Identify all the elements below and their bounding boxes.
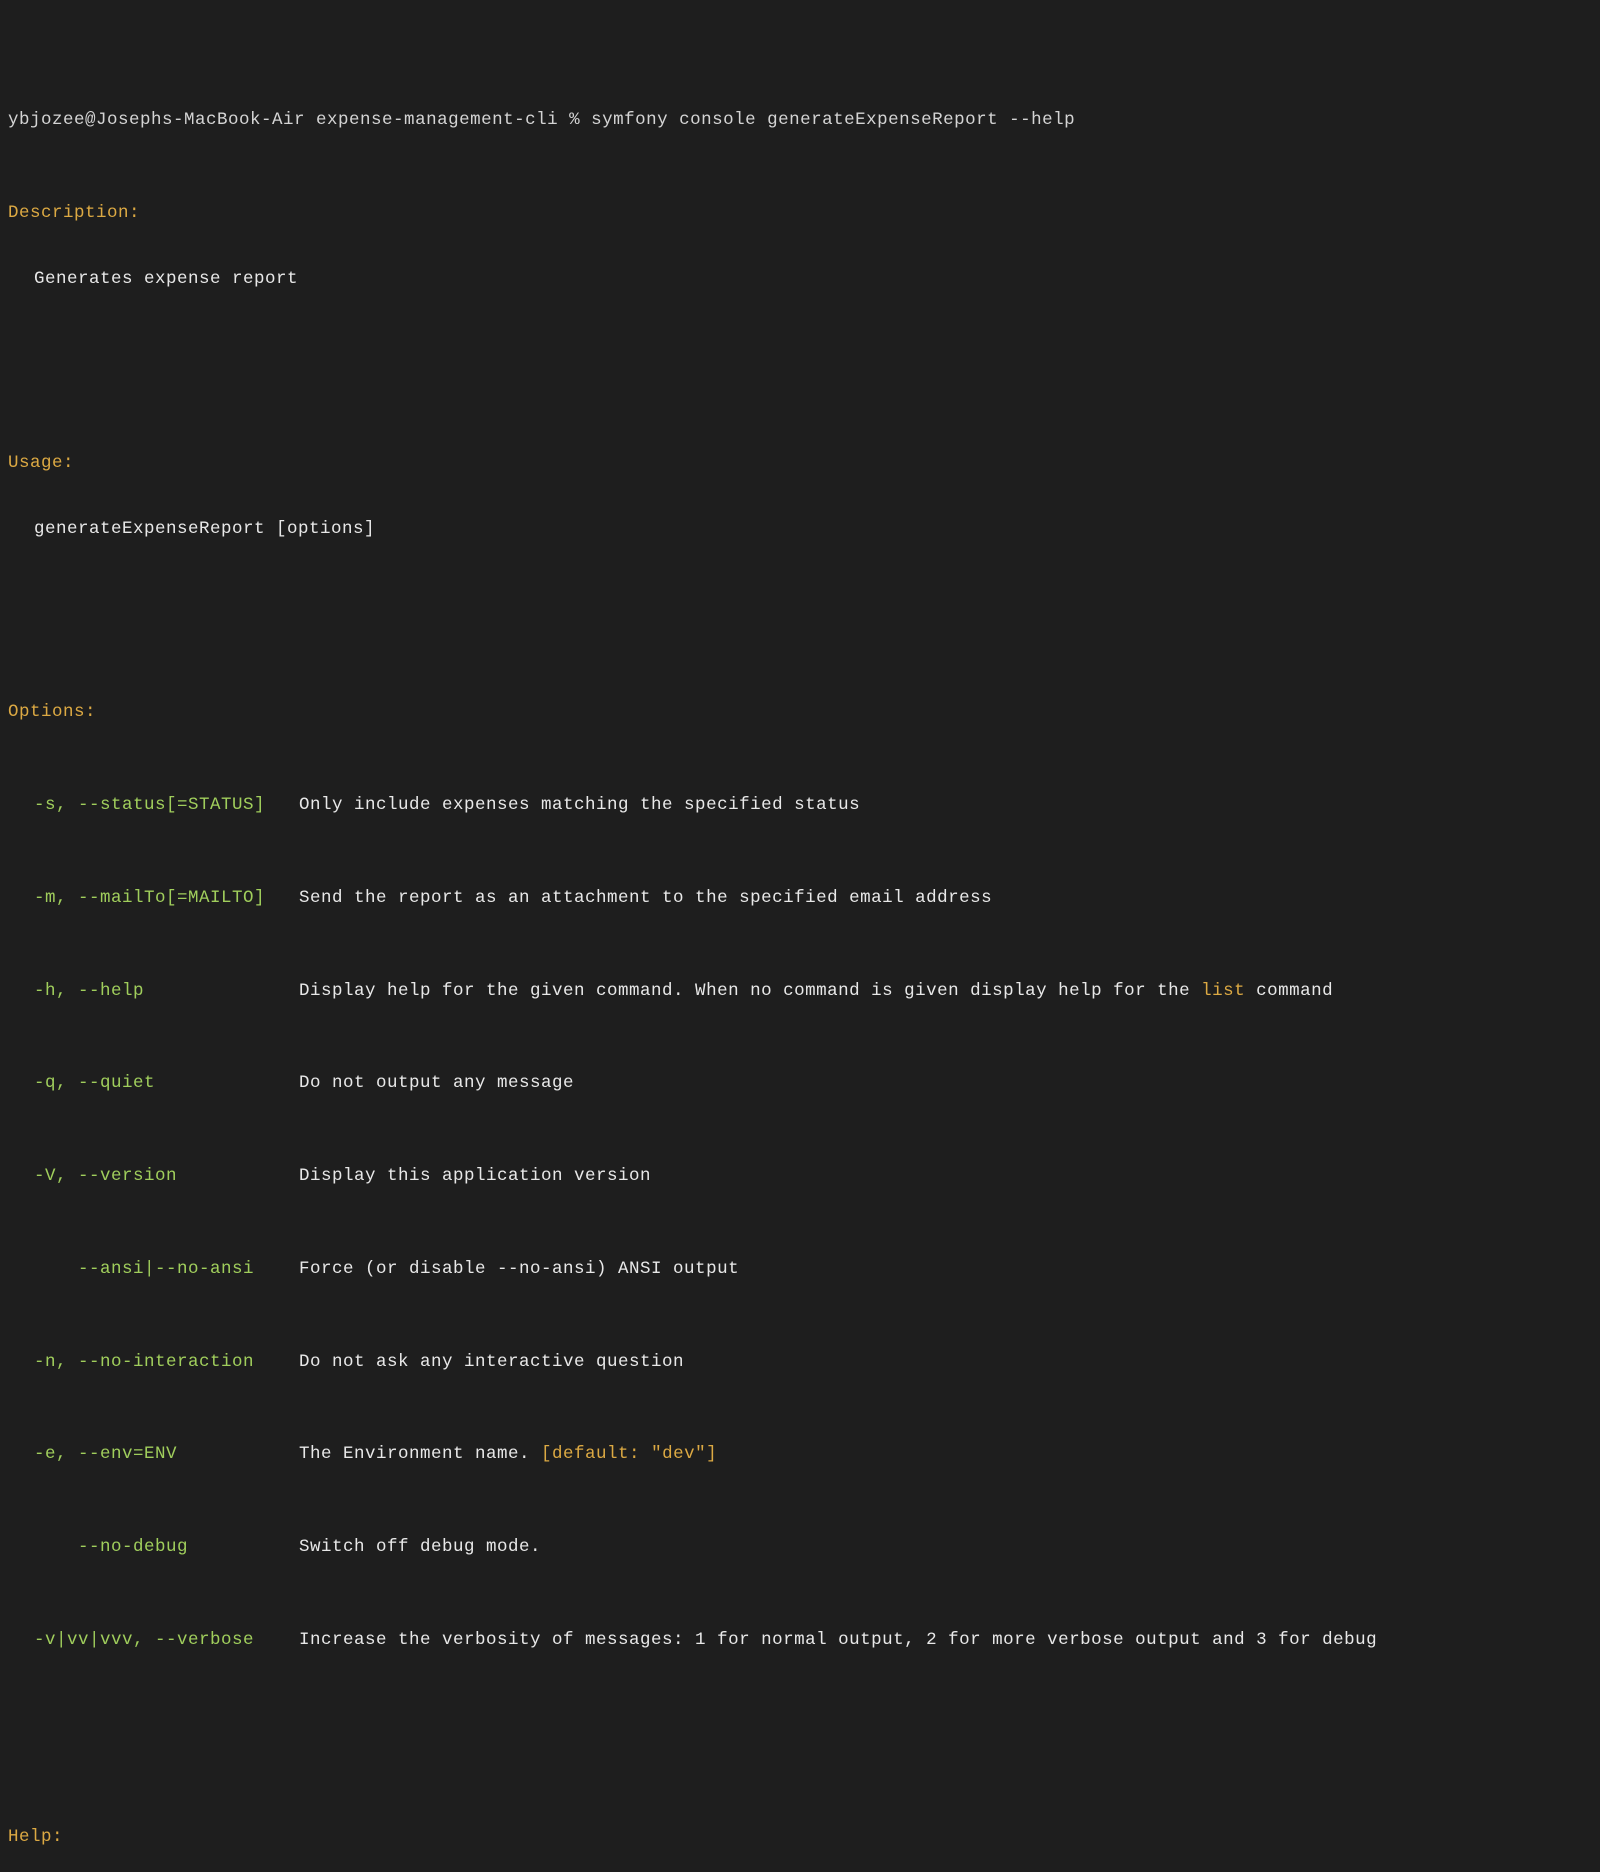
option-row-verbose: -v|vv|vvv, --verboseIncrease the verbosi… [8, 1627, 1592, 1653]
option-flag: -s, --status[=STATUS] [34, 792, 299, 818]
option-desc: Switch off debug mode. [299, 1534, 541, 1560]
option-flag: --ansi|--no-ansi [34, 1256, 299, 1282]
option-desc: Do not ask any interactive question [299, 1349, 684, 1375]
option-flag: -v|vv|vvv, --verbose [34, 1627, 299, 1653]
usage-text: generateExpenseReport [options] [8, 516, 1592, 542]
option-row-no-debug: --no-debugSwitch off debug mode. [8, 1534, 1592, 1560]
option-row-version: -V, --versionDisplay this application ve… [8, 1163, 1592, 1189]
option-flag: -h, --help [34, 978, 299, 1004]
options-header: Options: [8, 699, 1592, 725]
option-row-ansi: --ansi|--no-ansiForce (or disable --no-a… [8, 1256, 1592, 1282]
option-flag: --no-debug [34, 1534, 299, 1560]
option-desc: Display help for the given command. When… [299, 978, 1333, 1004]
option-desc: Only include expenses matching the speci… [299, 792, 860, 818]
help-header: Help: [8, 1824, 1592, 1850]
terminal-prompt-line: ybjozee@Josephs-MacBook-Air expense-mana… [8, 107, 1592, 133]
option-flag: -e, --env=ENV [34, 1441, 299, 1467]
option-flag: -m, --mailTo[=MAILTO] [34, 885, 299, 911]
option-flag: -q, --quiet [34, 1070, 299, 1096]
description-text: Generates expense report [8, 266, 1592, 292]
option-desc: Display this application version [299, 1163, 651, 1189]
option-row-quiet: -q, --quietDo not output any message [8, 1070, 1592, 1096]
option-flag: -V, --version [34, 1163, 299, 1189]
option-row-status: -s, --status[=STATUS]Only include expens… [8, 792, 1592, 818]
option-desc: Force (or disable --no-ansi) ANSI output [299, 1256, 739, 1282]
option-desc: Send the report as an attachment to the … [299, 885, 992, 911]
usage-header: Usage: [8, 450, 1592, 476]
option-desc: Do not output any message [299, 1070, 574, 1096]
description-header: Description: [8, 200, 1592, 226]
option-row-help: -h, --helpDisplay help for the given com… [8, 978, 1592, 1004]
option-row-mailto: -m, --mailTo[=MAILTO]Send the report as … [8, 885, 1592, 911]
option-flag: -n, --no-interaction [34, 1349, 299, 1375]
option-row-env: -e, --env=ENVThe Environment name. [defa… [8, 1441, 1592, 1467]
option-desc: Increase the verbosity of messages: 1 fo… [299, 1627, 1377, 1653]
option-row-no-interaction: -n, --no-interactionDo not ask any inter… [8, 1349, 1592, 1375]
option-desc: The Environment name. [default: "dev"] [299, 1441, 717, 1467]
